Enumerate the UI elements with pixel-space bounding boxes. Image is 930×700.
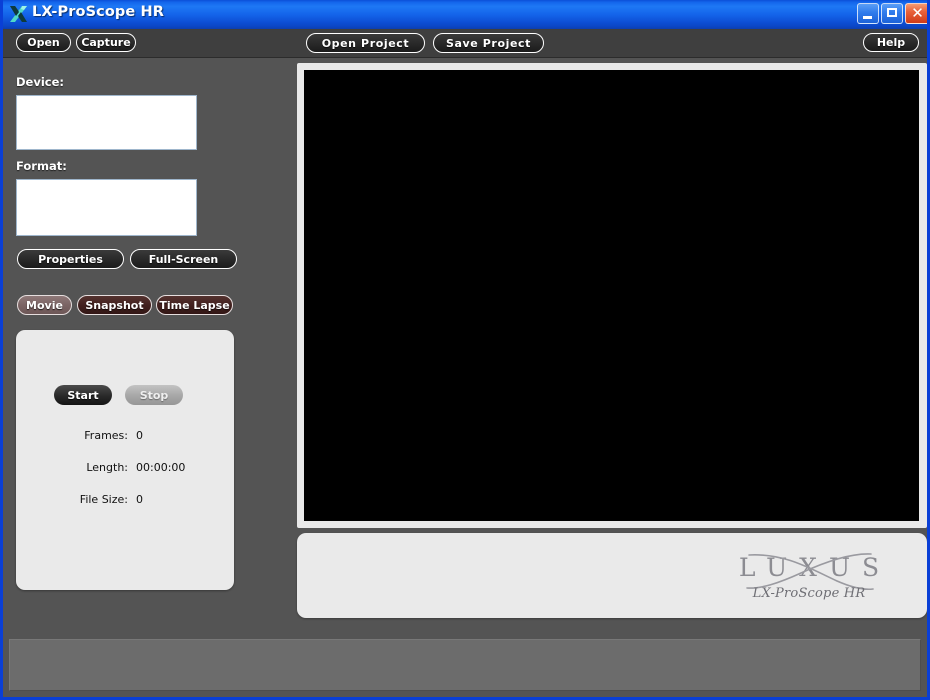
video-preview-screen[interactable] — [304, 70, 919, 521]
luxus-wordmark: LUXUS — [738, 553, 892, 582]
device-list[interactable] — [16, 95, 197, 150]
branding-panel: LUXUS LX-ProScope HR — [297, 533, 927, 618]
product-name: LX-ProScope HR — [752, 586, 866, 601]
length-label: Length: — [86, 461, 128, 474]
close-button[interactable]: ✕ — [905, 3, 927, 24]
save-project-button[interactable]: Save Project — [433, 33, 544, 53]
mode-tab-time-lapse[interactable]: Time Lapse — [156, 295, 233, 315]
frames-stat: Frames: 0 — [20, 429, 220, 442]
minimize-button[interactable] — [857, 3, 879, 24]
capture-button[interactable]: Capture — [76, 33, 136, 52]
start-button[interactable]: Start — [54, 385, 112, 405]
title-bar: LX-ProScope HR ✕ — [3, 0, 927, 29]
mode-tab-snapshot[interactable]: Snapshot — [77, 295, 152, 315]
capture-panel: Start Stop Frames: 0 Length: 00:00:00 Fi… — [16, 330, 234, 590]
close-icon: ✕ — [911, 4, 924, 22]
length-value: 00:00:00 — [136, 461, 186, 474]
luxus-logo: LUXUS LX-ProScope HR — [709, 553, 909, 607]
application-window: LX-ProScope HR ✕ Open Capture Open Proje… — [0, 0, 930, 700]
format-label: Format: — [16, 159, 67, 173]
format-list[interactable] — [16, 179, 197, 236]
app-x-icon — [10, 6, 27, 22]
mode-tab-movie[interactable]: Movie — [17, 295, 72, 315]
file-size-stat: File Size: 0 — [20, 493, 220, 506]
file-size-label: File Size: — [79, 493, 128, 506]
open-project-button[interactable]: Open Project — [306, 33, 425, 53]
frames-value: 0 — [136, 429, 143, 442]
length-stat: Length: 00:00:00 — [20, 461, 220, 474]
properties-button[interactable]: Properties — [17, 249, 124, 269]
help-button[interactable]: Help — [863, 33, 919, 52]
window-title: LX-ProScope HR — [32, 4, 164, 20]
file-size-value: 0 — [136, 493, 143, 506]
stop-button[interactable]: Stop — [125, 385, 183, 405]
video-preview-frame — [297, 63, 927, 528]
device-label: Device: — [16, 75, 64, 89]
maximize-button[interactable] — [881, 3, 903, 24]
window-controls: ✕ — [857, 3, 927, 24]
frames-label: Frames: — [84, 429, 128, 442]
open-button[interactable]: Open — [16, 33, 71, 52]
status-bar — [9, 639, 921, 691]
fullscreen-button[interactable]: Full-Screen — [130, 249, 237, 269]
